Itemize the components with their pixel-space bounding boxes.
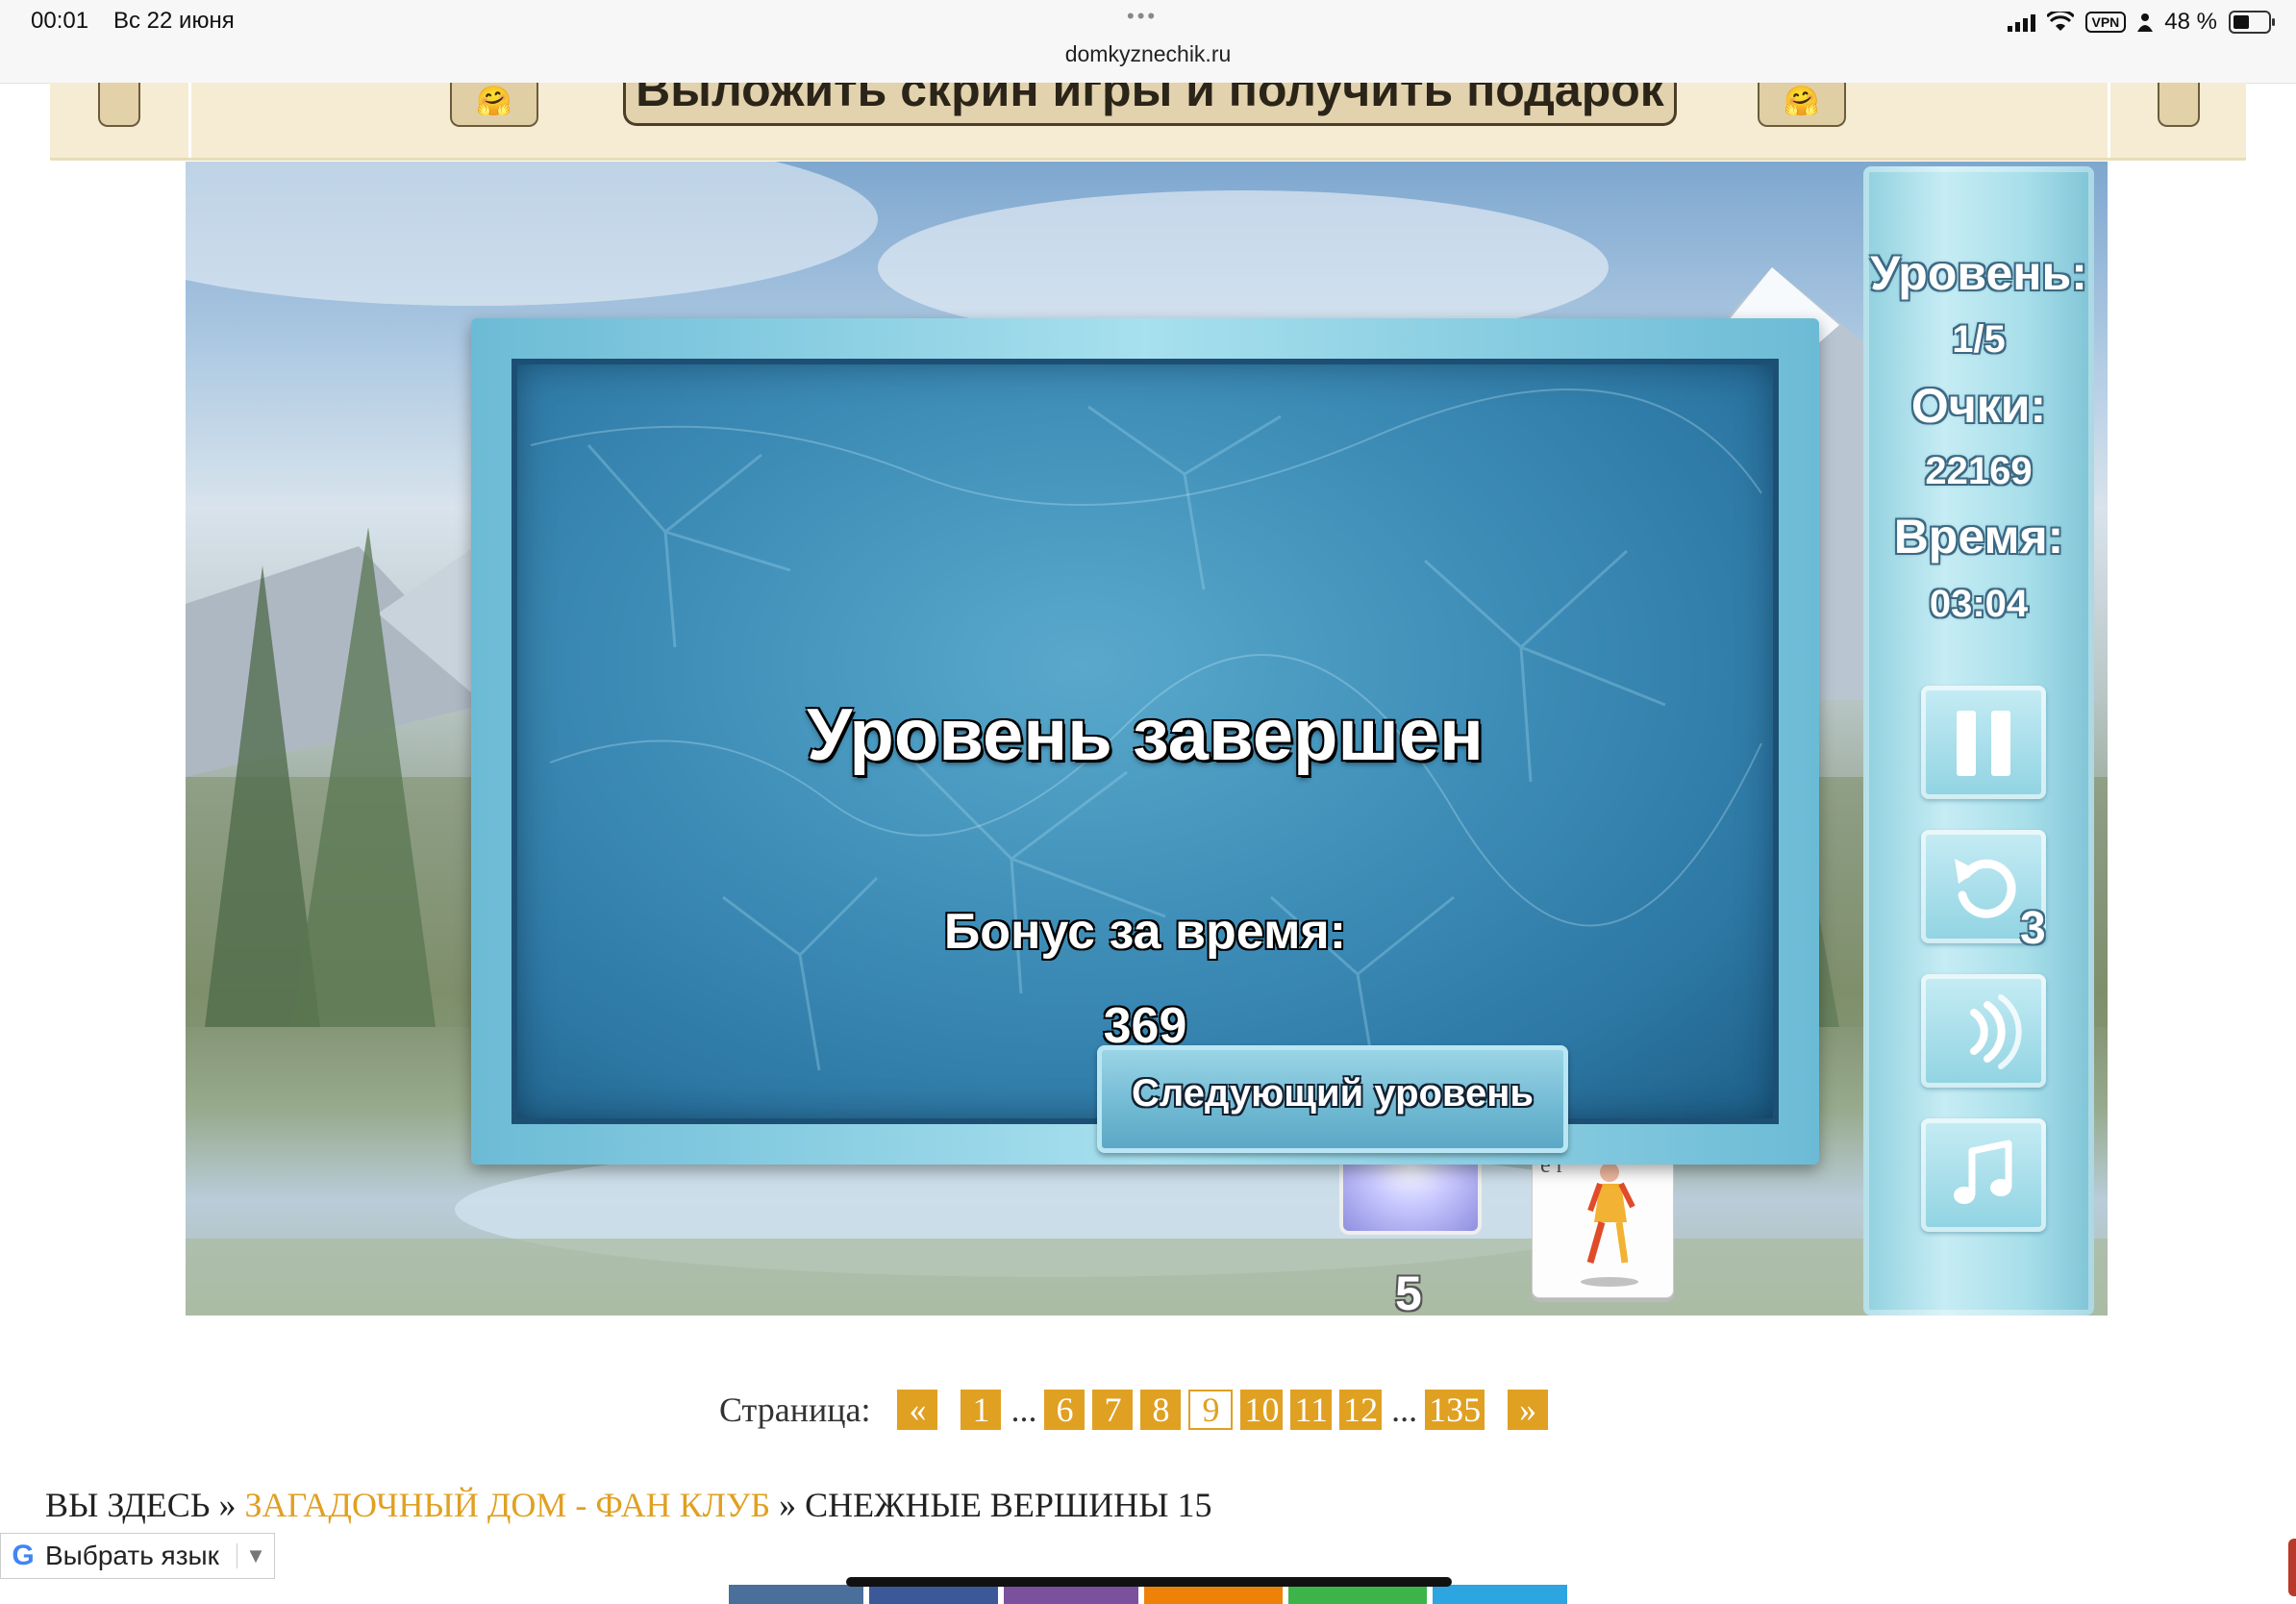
share-telegram-button[interactable]	[1433, 1585, 1567, 1604]
next-level-label: Следующий уровень	[1132, 1072, 1534, 1115]
level-complete-dialog: Уровень завершен Бонус за время: 369 Сле…	[471, 318, 1819, 1165]
restart-icon	[1955, 859, 2016, 918]
page-link[interactable]: 1	[961, 1390, 1002, 1430]
language-selector[interactable]: G Выбрать язык ▼	[0, 1533, 275, 1579]
hug-emoji-icon: 🤗	[1758, 83, 1846, 127]
share-whatsapp-button[interactable]	[1288, 1585, 1427, 1604]
jester-figure-icon	[1581, 1155, 1638, 1287]
page-ellipsis: ...	[1011, 1391, 1037, 1429]
google-logo-icon: G	[12, 1540, 35, 1571]
banner-divider	[188, 83, 191, 158]
score-label: Очки:	[1910, 379, 2047, 433]
restart-count: 3	[2020, 903, 2046, 954]
page-link[interactable]: 135	[1425, 1390, 1485, 1430]
next-level-button[interactable]: Следующий уровень	[1097, 1045, 1568, 1153]
breadcrumb: ВЫ ЗДЕСЬ » ЗАГАДОЧНЫЙ ДОМ - ФАН КЛУБ » С…	[45, 1485, 1212, 1525]
hug-emoji-icon: 🤗	[450, 83, 538, 127]
home-indicator	[846, 1577, 1452, 1587]
breadcrumb-link-fanclub[interactable]: ЗАГАДОЧНЫЙ ДОМ - ФАН КЛУБ	[244, 1486, 770, 1524]
breadcrumb-separator: »	[779, 1486, 797, 1524]
level-value: 1/5	[1952, 318, 2006, 361]
dialog-title: Уровень завершен	[807, 694, 1484, 776]
side-tab[interactable]	[2288, 1539, 2296, 1596]
page-prev-button[interactable]: «	[897, 1390, 938, 1430]
person-icon	[2137, 13, 2154, 32]
sound-toggle-button[interactable]	[1921, 974, 2046, 1088]
share-screenshot-label: Выложить скрин игры и получить подарок	[636, 83, 1664, 116]
game-canvas[interactable]: Уровень: 1/5 Очки: 22169 Время: 03:04 3 …	[186, 162, 2108, 1316]
banner-divider	[2108, 83, 2110, 158]
dialog-panel: Уровень завершен Бонус за время: 369	[512, 359, 1779, 1124]
time-label: Время:	[1893, 510, 2064, 564]
dropdown-arrow-icon: ▼	[237, 1543, 274, 1568]
banner-knob-left	[98, 83, 140, 127]
pause-button[interactable]	[1921, 686, 2046, 799]
level-label: Уровень:	[1870, 246, 2087, 300]
share-screenshot-button[interactable]: Выложить скрин игры и получить подарок	[623, 83, 1677, 126]
breadcrumb-current: СНЕЖНЫЕ ВЕРШИНЫ 15	[805, 1486, 1212, 1524]
promo-banner: 🤗 Выложить скрин игры и получить подарок…	[50, 83, 2246, 161]
pagination-label: Страница:	[719, 1391, 871, 1429]
page-current: 9	[1188, 1390, 1234, 1430]
music-icon	[1954, 1140, 2012, 1204]
page-link[interactable]: 7	[1092, 1390, 1134, 1430]
multitask-dots-icon[interactable]: •••	[1127, 4, 1158, 29]
wifi-icon	[2046, 12, 2074, 31]
vpn-badge: VPN	[2084, 12, 2127, 33]
page-link[interactable]: 8	[1140, 1390, 1182, 1430]
battery-percent: 48 %	[2164, 9, 2217, 35]
music-toggle-button[interactable]	[1921, 1118, 2046, 1232]
pause-icon	[1957, 711, 2010, 776]
page-next-button[interactable]: »	[1508, 1390, 1549, 1430]
stack-count: 5	[1395, 1266, 1422, 1316]
breadcrumb-separator: »	[218, 1486, 237, 1524]
game-side-panel: Уровень: 1/5 Очки: 22169 Время: 03:04	[1863, 166, 2094, 1316]
address-bar-url[interactable]: domkyznechik.ru	[0, 41, 2296, 67]
breadcrumb-here: ВЫ ЗДЕСЬ	[45, 1486, 211, 1524]
share-facebook-button[interactable]	[869, 1585, 998, 1604]
status-bar: 00:01 Вс 22 июня ••• domkyznechik.ru VPN…	[0, 0, 2296, 84]
page-link[interactable]: 11	[1290, 1390, 1333, 1430]
share-viber-button[interactable]	[1004, 1585, 1138, 1604]
banner-knob-right	[2158, 83, 2200, 127]
status-indicators: VPN 48 %	[2007, 8, 2275, 37]
page-link[interactable]: 12	[1339, 1390, 1383, 1430]
share-vk-button[interactable]	[729, 1585, 863, 1604]
score-value: 22169	[1925, 450, 2033, 492]
status-time: 00:01	[31, 8, 89, 34]
time-bonus-label: Бонус за время:	[943, 904, 1347, 960]
time-value: 03:04	[1929, 583, 2029, 625]
battery-icon	[2229, 11, 2275, 34]
share-ok-button[interactable]	[1144, 1585, 1283, 1604]
language-selector-label: Выбрать язык	[45, 1541, 219, 1570]
page-link[interactable]: 6	[1044, 1390, 1086, 1430]
pagination: Страница: « 1 ... 6 7 8 9 10 11 12 ... 1…	[719, 1387, 1556, 1433]
playing-card[interactable]: e r	[1532, 1154, 1674, 1298]
page-link[interactable]: 10	[1240, 1390, 1284, 1430]
card-stack[interactable]	[1339, 1162, 1482, 1235]
sound-icon	[1970, 994, 2022, 1069]
page-ellipsis: ...	[1391, 1391, 1418, 1429]
cellular-signal-icon	[2007, 13, 2035, 32]
status-date: Вс 22 июня	[113, 8, 235, 34]
